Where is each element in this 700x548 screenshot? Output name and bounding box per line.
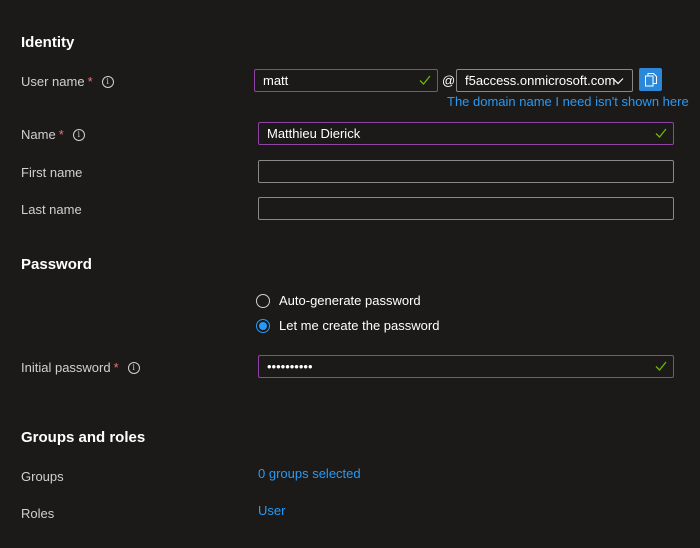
last-name-label: Last name — [21, 202, 82, 217]
required-marker: * — [58, 127, 64, 142]
copy-button[interactable] — [639, 68, 662, 91]
domain-not-shown-link[interactable]: The domain name I need isn't shown here — [447, 94, 689, 109]
password-section-title: Password — [21, 256, 92, 273]
identity-section-title: Identity — [21, 34, 75, 51]
domain-dropdown[interactable]: f5access.onmicrosoft.com — [456, 69, 633, 92]
info-icon[interactable]: i — [127, 361, 140, 374]
initial-password-input[interactable]: •••••••••• — [258, 355, 674, 378]
auto-generate-password-option[interactable]: Auto-generate password — [256, 293, 421, 308]
checkmark-icon — [655, 128, 667, 138]
name-input[interactable]: Matthieu Dierick — [258, 122, 674, 145]
copy-icon — [644, 72, 657, 86]
user-name-label: User name * i — [21, 74, 114, 89]
groups-selected-link[interactable]: 0 groups selected — [258, 466, 361, 481]
user-name-value: matt — [263, 73, 289, 88]
required-marker: * — [87, 74, 93, 89]
radio-button[interactable] — [256, 293, 270, 308]
groups-roles-section-title: Groups and roles — [21, 429, 146, 446]
first-name-label: First name — [21, 165, 83, 180]
groups-label: Groups — [21, 469, 64, 484]
at-sign: @ — [442, 73, 456, 88]
initial-password-label: Initial password * i — [21, 360, 140, 375]
name-label-text: Name — [21, 127, 56, 142]
chevron-down-icon — [612, 78, 624, 85]
name-label: Name * i — [21, 127, 85, 142]
initial-password-value: •••••••••• — [267, 359, 313, 374]
create-user-form: Identity User name * i matt @ f5access.o… — [0, 0, 700, 548]
radio-button-selected[interactable] — [256, 318, 270, 333]
name-value: Matthieu Dierick — [267, 126, 361, 141]
info-icon[interactable]: i — [101, 75, 114, 88]
last-name-input[interactable] — [258, 197, 674, 220]
checkmark-icon — [655, 361, 667, 371]
checkmark-icon — [419, 75, 431, 85]
initial-password-label-text: Initial password — [21, 360, 111, 375]
info-icon[interactable]: i — [72, 128, 85, 141]
roles-link[interactable]: User — [258, 503, 285, 518]
auto-generate-password-label: Auto-generate password — [279, 293, 421, 308]
first-name-input[interactable] — [258, 160, 674, 183]
user-name-input[interactable]: matt — [254, 69, 438, 92]
roles-label: Roles — [21, 506, 55, 521]
user-name-label-text: User name — [21, 74, 85, 89]
create-password-label: Let me create the password — [279, 318, 440, 333]
domain-value: f5access.onmicrosoft.com — [465, 73, 616, 88]
required-marker: * — [113, 360, 119, 375]
create-password-option[interactable]: Let me create the password — [256, 318, 439, 333]
